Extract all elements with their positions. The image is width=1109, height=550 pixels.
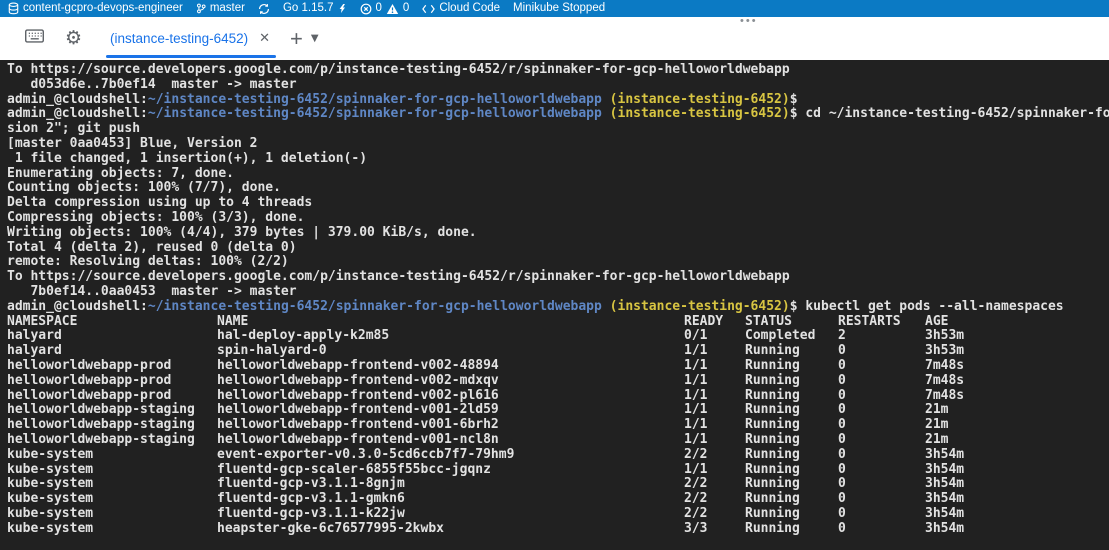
tab-instance-testing-6452[interactable]: (instance-testing-6452) ✕ xyxy=(106,17,276,60)
terminal-line: Enumerating objects: 7, done. xyxy=(7,167,1109,182)
statusbar-branch[interactable]: master xyxy=(196,0,245,17)
pods-table-row: kube-systemfluentd-gcp-v3.1.1-k22jw2/2Ru… xyxy=(7,507,1109,522)
terminal-line: To https://source.developers.google.com/… xyxy=(7,270,1109,285)
pods-table-row: kube-systemfluentd-gcp-scaler-6855f55bcc… xyxy=(7,463,1109,478)
pods-table-row: helloworldwebapp-prodhelloworldwebapp-fr… xyxy=(7,374,1109,389)
pods-table-row: kube-systemheapster-gke-6c76577995-2kwbx… xyxy=(7,522,1109,537)
terminal-line: Total 4 (delta 2), reused 0 (delta 0) xyxy=(7,241,1109,256)
statusbar-error-count: 0 xyxy=(376,0,382,17)
statusbar-cloud-code-label: Cloud Code xyxy=(439,0,500,17)
pods-table-header: NAMESPACENAMEREADYSTATUSRESTARTSAGE xyxy=(7,315,1109,330)
terminal-line: sion 2"; git push xyxy=(7,122,1109,137)
statusbar-go-label: Go 1.15.7 xyxy=(283,0,334,17)
pods-table-row: kube-systemevent-exporter-v0.3.0-5cd6ccb… xyxy=(7,448,1109,463)
terminal-line: Writing objects: 100% (4/4), 379 bytes |… xyxy=(7,226,1109,241)
statusbar-minikube[interactable]: Minikube Stopped xyxy=(513,0,605,17)
terminal-line: 7b0ef14..0aa0453 master -> master xyxy=(7,285,1109,300)
new-tab-button[interactable]: + xyxy=(290,29,303,49)
database-icon xyxy=(8,2,19,15)
pods-table-row: halyardspin-halyard-01/1Running03h53m xyxy=(7,344,1109,359)
error-icon xyxy=(360,3,372,15)
terminal-line: 1 file changed, 1 insertion(+), 1 deleti… xyxy=(7,152,1109,167)
tab-menu-button[interactable]: ▼ xyxy=(311,33,319,44)
plus-icon: + xyxy=(290,26,303,51)
pods-table-row: helloworldwebapp-prodhelloworldwebapp-fr… xyxy=(7,359,1109,374)
terminal-line: To https://source.developers.google.com/… xyxy=(7,63,1109,78)
statusbar-problems[interactable]: 0 0 xyxy=(360,0,410,17)
chevron-down-icon: ▼ xyxy=(311,33,319,44)
code-brackets-icon xyxy=(422,4,435,14)
close-icon: ✕ xyxy=(259,31,270,46)
statusbar-go-version[interactable]: Go 1.15.7 xyxy=(283,0,347,17)
statusbar-project-label: content-gcpro-devops-engineer xyxy=(23,0,183,17)
lightning-icon xyxy=(338,2,347,15)
pods-table-row: halyardhal-deploy-apply-k2m850/1Complete… xyxy=(7,329,1109,344)
terminal-line: Compressing objects: 100% (3/3), done. xyxy=(7,211,1109,226)
terminal-line: admin_@cloudshell:~/instance-testing-645… xyxy=(7,93,1109,108)
pods-table-row: helloworldwebapp-staginghelloworldwebapp… xyxy=(7,433,1109,448)
terminal-line: admin_@cloudshell:~/instance-testing-645… xyxy=(7,107,1109,122)
statusbar: content-gcpro-devops-engineer master Go … xyxy=(0,0,1109,17)
git-branch-icon xyxy=(196,2,206,15)
terminal-line: admin_@cloudshell:~/instance-testing-645… xyxy=(7,300,1109,315)
tab-label: (instance-testing-6452) xyxy=(110,31,248,46)
tabbar: ••• ⚙ (instance-testing-6452) ✕ + ▼ xyxy=(0,17,1109,60)
terminal-output[interactable]: To https://source.developers.google.com/… xyxy=(0,60,1109,550)
settings-button[interactable]: ⚙ xyxy=(65,29,82,48)
tab-close-button[interactable]: ✕ xyxy=(257,31,272,46)
warning-icon xyxy=(386,3,399,15)
terminal-line: remote: Resolving deltas: 100% (2/2) xyxy=(7,255,1109,270)
pods-table-row: helloworldwebapp-prodhelloworldwebapp-fr… xyxy=(7,389,1109,404)
pods-table-row: kube-systemfluentd-gcp-v3.1.1-gmkn62/2Ru… xyxy=(7,492,1109,507)
terminal-line: Delta compression using up to 4 threads xyxy=(7,196,1109,211)
statusbar-cloud-code[interactable]: Cloud Code xyxy=(422,0,500,17)
active-tab-indicator xyxy=(106,55,276,59)
pods-table-row: helloworldwebapp-staginghelloworldwebapp… xyxy=(7,403,1109,418)
terminal-line: Counting objects: 100% (7/7), done. xyxy=(7,181,1109,196)
keyboard-icon xyxy=(25,29,44,48)
statusbar-sync[interactable] xyxy=(258,3,270,15)
statusbar-project[interactable]: content-gcpro-devops-engineer xyxy=(8,0,183,17)
keyboard-button[interactable] xyxy=(25,29,44,48)
terminal-line: d053d6e..7b0ef14 master -> master xyxy=(7,78,1109,93)
sync-icon xyxy=(258,3,270,15)
panel-drag-handle[interactable]: ••• xyxy=(740,15,758,27)
statusbar-branch-label: master xyxy=(210,0,245,17)
statusbar-minikube-label: Minikube Stopped xyxy=(513,0,605,17)
gear-icon: ⚙ xyxy=(65,27,82,49)
pods-table-row: helloworldwebapp-staginghelloworldwebapp… xyxy=(7,418,1109,433)
statusbar-warning-count: 0 xyxy=(403,0,409,17)
pods-table-row: kube-systemfluentd-gcp-v3.1.1-8gnjm2/2Ru… xyxy=(7,477,1109,492)
terminal-line: [master 0aa0453] Blue, Version 2 xyxy=(7,137,1109,152)
